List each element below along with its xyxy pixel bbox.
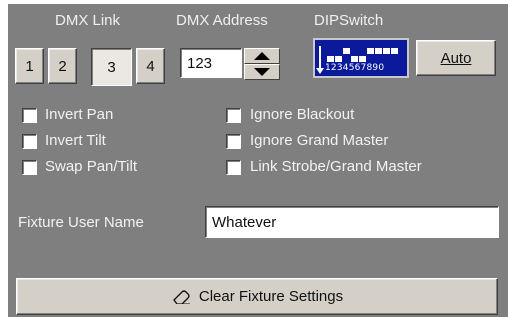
fixture-settings-panel: DMX Link DMX Address DIPSwitch 1 2 3 4 1… bbox=[8, 4, 508, 317]
dipswitch-header: DIPSwitch bbox=[314, 12, 384, 29]
spin-down-button[interactable] bbox=[244, 64, 280, 80]
link-strobe-grand-master-label: Link Strobe/Grand Master bbox=[250, 158, 422, 175]
dip-switch-mark bbox=[375, 48, 382, 54]
dip-switch-mark bbox=[351, 56, 358, 62]
arrow-down-icon bbox=[254, 68, 270, 76]
ignore-grand-master-checkbox[interactable] bbox=[226, 134, 241, 149]
dip-switch-mark bbox=[367, 48, 374, 54]
ignore-grand-master-label: Ignore Grand Master bbox=[250, 132, 389, 149]
dip-switch-mark bbox=[343, 48, 350, 54]
auto-button[interactable]: Auto bbox=[416, 40, 496, 76]
dmx-link-4-button[interactable]: 4 bbox=[136, 48, 165, 84]
invert-tilt-label: Invert Tilt bbox=[45, 132, 106, 149]
dip-arrow-icon bbox=[316, 46, 324, 74]
invert-tilt-checkbox[interactable] bbox=[22, 134, 37, 149]
ignore-blackout-label: Ignore Blackout bbox=[250, 106, 355, 123]
dmx-address-input[interactable]: 123 bbox=[180, 48, 242, 78]
swap-pan-tilt-label: Swap Pan/Tilt bbox=[45, 158, 137, 175]
fixture-user-name-label: Fixture User Name bbox=[18, 214, 144, 231]
dip-digits: 1234567890 bbox=[325, 63, 385, 73]
dip-switch-mark bbox=[383, 48, 390, 54]
arrow-up-icon bbox=[254, 52, 270, 60]
dmx-address-header: DMX Address bbox=[176, 12, 268, 29]
dip-switch-mark bbox=[391, 48, 398, 54]
dip-switch-mark bbox=[335, 56, 342, 62]
auto-button-label: Auto bbox=[440, 49, 472, 67]
dip-switch-mark bbox=[359, 56, 366, 62]
dmx-link-2-button[interactable]: 2 bbox=[48, 48, 77, 84]
fixture-user-name-input[interactable]: Whatever bbox=[205, 206, 499, 238]
invert-pan-checkbox[interactable] bbox=[22, 108, 37, 123]
invert-pan-label: Invert Pan bbox=[45, 106, 114, 123]
ignore-blackout-checkbox[interactable] bbox=[226, 108, 241, 123]
swap-pan-tilt-checkbox[interactable] bbox=[22, 160, 37, 175]
dmx-link-1-button[interactable]: 1 bbox=[15, 48, 44, 84]
dmx-link-3-button[interactable]: 3 bbox=[91, 48, 132, 86]
spin-up-button[interactable] bbox=[244, 48, 280, 64]
dmx-link-header: DMX Link bbox=[55, 12, 121, 29]
dmx-address-spinner[interactable] bbox=[244, 48, 280, 80]
dipswitch-display: 1234567890 bbox=[313, 38, 409, 78]
clear-fixture-settings-label: Clear Fixture Settings bbox=[198, 288, 344, 305]
link-strobe-grand-master-checkbox[interactable] bbox=[226, 160, 241, 175]
eraser-icon bbox=[173, 289, 190, 304]
clear-fixture-settings-button[interactable]: Clear Fixture Settings bbox=[16, 278, 498, 315]
dip-switch-mark bbox=[327, 56, 334, 62]
